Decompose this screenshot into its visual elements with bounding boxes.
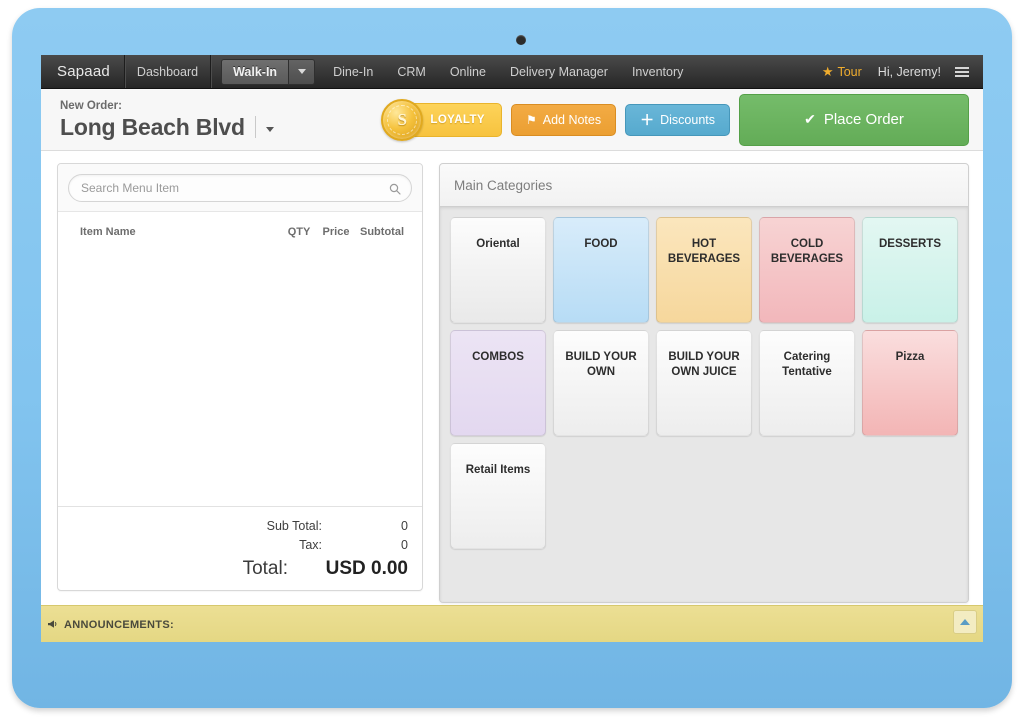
category-tile-label: Pizza (895, 351, 925, 363)
new-order-label: New Order: (60, 99, 122, 112)
category-tile-label: BUILD YOUR OWN JUICE (668, 351, 740, 378)
add-notes-button[interactable]: ⚑ Add Notes (510, 103, 617, 136)
grand-total-value: USD 0.00 (325, 558, 408, 579)
order-location-name: Long Beach Blvd (60, 113, 245, 140)
tour-button[interactable]: ★ Tour (810, 65, 874, 79)
column-qty: QTY (287, 226, 311, 238)
loyalty-coin-letter: S (397, 109, 408, 129)
app-screen: Sapaad Dashboard Walk-In Dine-In CRM Onl… (41, 55, 983, 642)
nav-item-dine-in[interactable]: Dine-In (321, 55, 385, 88)
chevron-down-icon[interactable] (265, 126, 274, 132)
nav-item-online[interactable]: Online (438, 55, 498, 88)
grand-total-row: Total: USD 0.00 (72, 559, 408, 578)
search-box[interactable] (68, 174, 412, 202)
items-list (58, 238, 422, 506)
subtotal-row: Sub Total: 0 (72, 517, 408, 536)
category-tile[interactable]: DESSERTS (862, 217, 958, 323)
order-type-walkin[interactable]: Walk-In (221, 58, 289, 85)
order-title-group: New Order: Long Beach Blvd (41, 100, 274, 140)
order-type-dropdown-button[interactable] (288, 58, 316, 85)
order-items-panel: Item Name QTY Price Subtotal Sub Total: … (57, 163, 423, 591)
user-greeting[interactable]: Hi, Jeremy! (874, 65, 949, 79)
tag-icon: ⚑ (525, 112, 537, 127)
loyalty-coin-icon: S (381, 98, 424, 141)
place-order-button[interactable]: ✔ Place Order (739, 93, 969, 146)
category-tile[interactable]: FOOD (553, 217, 649, 323)
categories-grid: Oriental FOOD HOT BEVERAGES COLD BEVERAGES D… (440, 207, 968, 602)
category-tile[interactable]: BUILD YOUR OWN JUICE (656, 330, 752, 436)
category-tile-label: BUILD YOUR OWN (565, 351, 637, 378)
check-icon: ✔ (804, 111, 816, 127)
category-tile[interactable]: Oriental (450, 217, 546, 323)
category-tile-label: DESSERTS (879, 238, 941, 250)
tax-label: Tax: (299, 538, 322, 552)
category-tile-label: Retail Items (465, 464, 531, 476)
items-table-header: Item Name QTY Price Subtotal (58, 212, 422, 238)
plus-icon: ＋ (640, 111, 655, 128)
discounts-label: Discounts (660, 112, 715, 127)
nav-item-delivery-manager[interactable]: Delivery Manager (498, 55, 620, 88)
loyalty-button[interactable]: S LOYALTY (381, 98, 502, 141)
subtotal-label: Sub Total: (266, 519, 322, 533)
chevron-up-icon (960, 619, 970, 625)
loyalty-label: LOYALTY (430, 113, 485, 126)
order-actions-group: S LOYALTY ⚑ Add Notes ＋ Discounts ✔ Plac… (381, 93, 983, 146)
chevron-down-icon (297, 69, 306, 74)
app-logo[interactable]: Sapaad (41, 55, 125, 88)
tax-value: 0 (401, 538, 408, 552)
category-tile-label: FOOD (584, 238, 618, 250)
order-location-row[interactable]: Long Beach Blvd (60, 114, 274, 140)
category-tile-label: Catering Tentative (782, 351, 832, 378)
category-tile[interactable]: Pizza (862, 330, 958, 436)
categories-panel-title: Main Categories (440, 164, 968, 207)
announcements-bar: ANNOUNCEMENTS: (41, 605, 983, 642)
order-type-selector[interactable]: Walk-In (221, 58, 316, 85)
nav-item-dashboard[interactable]: Dashboard (125, 55, 212, 88)
category-tile-label: HOT BEVERAGES (667, 238, 741, 265)
navbar-right-group: ★ Tour Hi, Jeremy! (810, 55, 983, 88)
announcements-collapse-button[interactable] (953, 610, 977, 634)
column-subtotal: Subtotal (360, 226, 404, 238)
categories-panel: Main Categories Oriental FOOD HOT BEVERAGE… (439, 163, 969, 603)
place-order-label: Place Order (823, 111, 904, 128)
add-notes-label: Add Notes (542, 112, 602, 127)
star-icon: ★ (821, 64, 834, 79)
divider (254, 115, 256, 138)
order-totals: Sub Total: 0 Tax: 0 Total: USD 0.00 (58, 506, 422, 590)
category-tile-label: Oriental (476, 238, 520, 250)
grand-total-label: Total: (242, 558, 288, 579)
search-icon (389, 182, 401, 195)
category-tile[interactable]: COMBOS (450, 330, 546, 436)
camera-icon (516, 35, 526, 45)
megaphone-icon (47, 619, 59, 631)
category-tile-label: COLD BEVERAGES (770, 238, 844, 265)
subtotal-value: 0 (401, 519, 408, 533)
category-tile[interactable]: BUILD YOUR OWN (553, 330, 649, 436)
main-body: Item Name QTY Price Subtotal Sub Total: … (41, 151, 983, 605)
order-header-bar: New Order: Long Beach Blvd S LOYALTY ⚑ A… (41, 89, 983, 151)
discounts-button[interactable]: ＋ Discounts (625, 103, 730, 136)
category-tile-label: COMBOS (472, 351, 524, 363)
search-input[interactable] (69, 181, 411, 195)
category-tile[interactable]: HOT BEVERAGES (656, 217, 752, 323)
category-tile[interactable]: Catering Tentative (759, 330, 855, 436)
search-row (58, 164, 422, 212)
tour-label: Tour (837, 64, 862, 79)
column-price: Price (322, 226, 350, 238)
announcements-label-group: ANNOUNCEMENTS: (47, 619, 174, 631)
top-navbar: Sapaad Dashboard Walk-In Dine-In CRM Onl… (41, 55, 983, 89)
hamburger-menu-icon[interactable] (949, 66, 983, 77)
column-item-name: Item Name (80, 226, 136, 238)
tax-row: Tax: 0 (72, 536, 408, 555)
nav-item-crm[interactable]: CRM (385, 55, 437, 88)
nav-item-inventory[interactable]: Inventory (620, 55, 695, 88)
category-tile[interactable]: COLD BEVERAGES (759, 217, 855, 323)
announcements-label: ANNOUNCEMENTS: (64, 618, 174, 631)
category-tile[interactable]: Retail Items (450, 443, 546, 549)
